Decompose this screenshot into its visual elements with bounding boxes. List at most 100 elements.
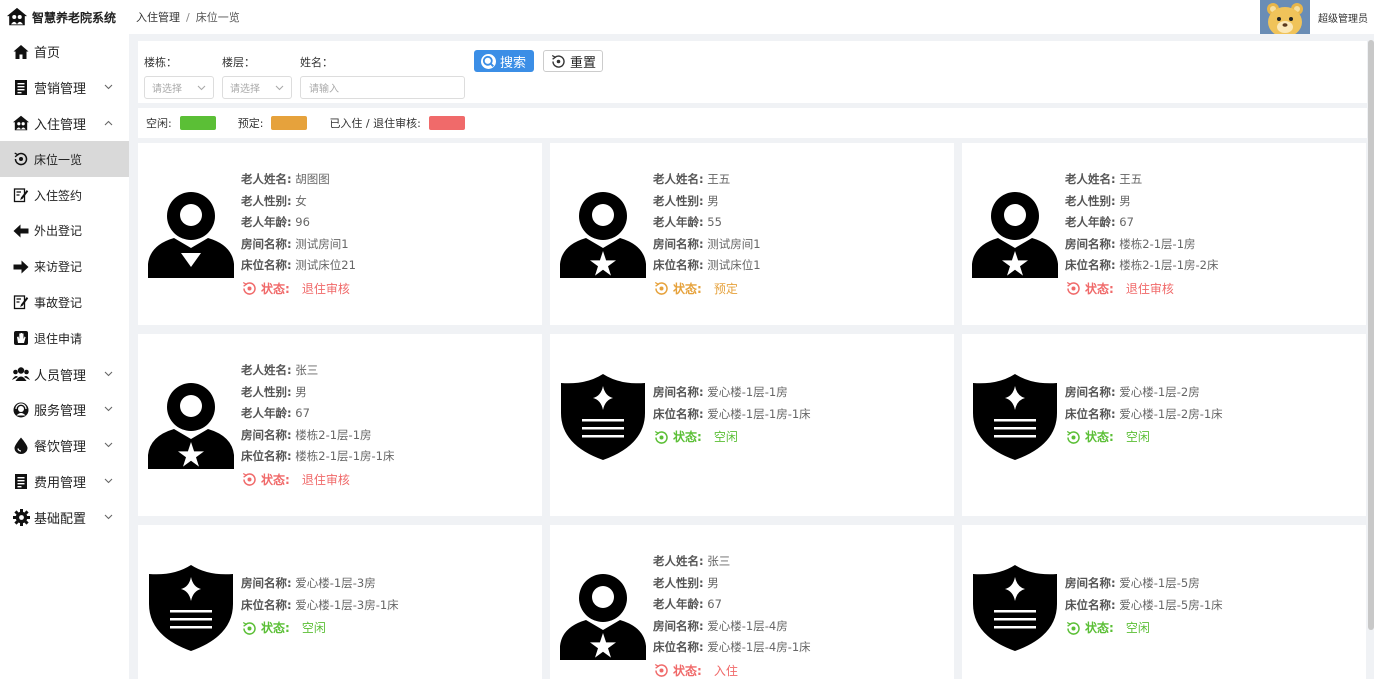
room-value: 爱心楼-1层-5房 [1119,576,1200,590]
name-label: 老人姓名: [1065,172,1116,186]
avatar[interactable] [1260,0,1310,34]
chevron-down-icon [104,476,113,487]
building-select[interactable]: 请选择 [144,76,214,99]
bed-card[interactable]: 房间名称: 爱心楼-1层-3房 床位名称: 爱心楼-1层-3房-1床 状态: 空闲 [138,525,542,679]
status-icon [1065,280,1082,297]
age-label: 老人年龄: [653,597,704,611]
sidebar-item-0[interactable]: 首页 [0,34,129,70]
chevron-down-icon [104,404,113,415]
status-value: 空闲 [1125,621,1150,635]
bed-info: 房间名称: 爱心楼-1层-5房 床位名称: 爱心楼-1层-5房-1床 状态: 空闲 [1065,573,1223,640]
bed-label: 床位名称: [1065,406,1116,421]
bed-label: 床位名称: [1065,258,1116,272]
sidebar-item-8[interactable]: 退住申请 [0,320,129,356]
status-row: 状态: 空闲 [1065,616,1223,640]
gender-label: 老人性别: [241,193,292,208]
info-row-bed: 床位名称: 爱心楼-1层-1房-1床 [653,404,811,426]
info-row-bed: 床位名称: 爱心楼-1层-4房-1床 [653,637,811,659]
name-value: 张三 [295,363,319,377]
room-label: 房间名称: [653,385,704,399]
sidebar-item-5[interactable]: 外出登记 [0,213,129,249]
floor-select[interactable]: 请选择 [222,76,292,99]
brand[interactable]: 智慧养老院系统 [0,0,129,34]
sidebar-item-2[interactable]: 入住管理 [0,106,129,142]
chevron-down-icon [197,85,206,90]
bed-value: 楼栋2-1层-1房-2床 [1119,258,1219,272]
name-value: 王五 [1119,172,1143,186]
user-menu[interactable]: 超级管理员 [1260,0,1368,34]
age-value: 55 [707,215,722,229]
breadcrumb-separator: / [186,10,190,24]
status-value: 退住审核 [301,281,350,296]
status-row: 状态: 入住 [653,659,811,679]
bed-card[interactable]: 老人姓名: 张三 老人性别: 男老人年龄: 67 房间名称: 楼栋2-1层-1房 床位… [138,334,542,516]
info-row-age: 老人年龄: 55 [653,212,761,234]
bed-value: 测试床位1 [707,258,761,272]
age-label: 老人年龄: [241,215,292,229]
sidebar-item-7[interactable]: 事故登记 [0,285,129,321]
bed-info: 老人姓名: 王五 老人性别: 男老人年龄: 55 房间名称: 测试房间1 床位名称: … [653,169,761,301]
info-row-room: 房间名称: 楼栋2-1层-1房 [241,425,394,447]
info-row-gender: 老人性别: 女 [241,191,356,213]
bed-value: 爱心楼-1层-4房-1床 [707,640,811,654]
breadcrumb-item-parent[interactable]: 入住管理 [136,9,180,25]
room-label: 房间名称: [241,236,292,251]
status-icon [241,620,258,637]
bed-card[interactable]: 房间名称: 爱心楼-1层-1房 床位名称: 爱心楼-1层-1房-1床 状态: 空闲 [550,334,954,516]
info-row-room: 房间名称: 测试房间1 [241,234,356,256]
status-value: 空闲 [301,621,326,635]
room-value: 测试房间1 [707,236,761,251]
bed-card[interactable]: 老人姓名: 王五 老人性别: 男老人年龄: 67 房间名称: 楼栋2-1层-1房 床位… [962,143,1366,325]
legend-swatch [428,116,465,130]
info-row-room: 房间名称: 爱心楼-1层-5房 [1065,573,1223,595]
bed-label: 床位名称: [653,640,704,654]
bed-card[interactable]: 房间名称: 爱心楼-1层-5房 床位名称: 爱心楼-1层-5房-1床 状态: 空闲 [962,525,1366,679]
status-value: 入住 [713,663,738,678]
bed-card[interactable]: 老人姓名: 张三 老人性别: 男老人年龄: 67 房间名称: 爱心楼-1层-4房 床位… [550,525,954,679]
age-label: 老人年龄: [241,406,292,420]
scrollbar[interactable] [1368,40,1374,630]
bed-label: 床位名称: [1065,597,1116,612]
shield-icon [972,373,1058,464]
legend-label: 已入住 / 退住审核: [329,117,421,130]
status-icon [241,471,258,488]
legend-item-2: 已入住 / 退住审核: [329,115,465,131]
bed-card[interactable]: 老人姓名: 胡图图 老人性别: 女老人年龄: 96 房间名称: 测试房间1 床位名称:… [138,143,542,325]
sidebar-item-11[interactable]: 餐饮管理 [0,428,129,464]
room-value: 爱心楼-1层-3房 [295,576,376,590]
gender-label: 老人性别: [241,384,292,399]
chevron-down-icon [104,512,113,523]
info-row-name: 老人姓名: 王五 [653,169,761,191]
bed-value: 爱心楼-1层-3房-1床 [295,597,399,612]
status-icon [1065,620,1082,637]
sidebar-item-10[interactable]: 服务管理 [0,392,129,428]
sidebar-item-6[interactable]: 来访登记 [0,249,129,285]
status-label: 状态: [673,281,702,296]
status-value: 退住审核 [301,472,350,487]
search-button[interactable]: 搜索 [474,50,534,72]
status-icon [653,429,670,446]
sidebar-item-9[interactable]: 人员管理 [0,356,129,392]
room-label: 房间名称: [1065,385,1116,399]
status-row: 状态: 退住审核 [1065,277,1218,301]
name-input[interactable]: 请输入 [300,76,465,99]
bed-card[interactable]: 房间名称: 爱心楼-1层-2房 床位名称: 爱心楼-1层-2房-1床 状态: 空闲 [962,334,1366,516]
breadcrumb: 入住管理 / 床位一览 [136,9,240,25]
person-male-icon [560,191,646,282]
sidebar-item-4[interactable]: 入住签约 [0,177,129,213]
info-row-age: 老人年龄: 96 [241,212,356,234]
app-title: 智慧养老院系统 [32,10,117,25]
status-icon [653,280,670,297]
sidebar-item-12[interactable]: 费用管理 [0,464,129,500]
status-label: 状态: [261,281,290,296]
bed-info: 房间名称: 爱心楼-1层-3房 床位名称: 爱心楼-1层-3房-1床 状态: 空闲 [241,573,399,640]
info-row-age: 老人年龄: 67 [653,594,811,616]
sidebar-item-13[interactable]: 基础配置 [0,499,129,535]
sidebar-item-1[interactable]: 营销管理 [0,70,129,106]
bed-info: 房间名称: 爱心楼-1层-2房 床位名称: 爱心楼-1层-2房-1床 状态: 空闲 [1065,382,1223,449]
sidebar-item-label: 入住签约 [34,188,83,203]
reset-button[interactable]: 重置 [543,50,603,72]
sidebar-item-3[interactable]: 床位一览 [0,141,129,178]
room-value: 测试房间1 [295,236,349,251]
bed-card[interactable]: 老人姓名: 王五 老人性别: 男老人年龄: 55 房间名称: 测试房间1 床位名称: … [550,143,954,325]
